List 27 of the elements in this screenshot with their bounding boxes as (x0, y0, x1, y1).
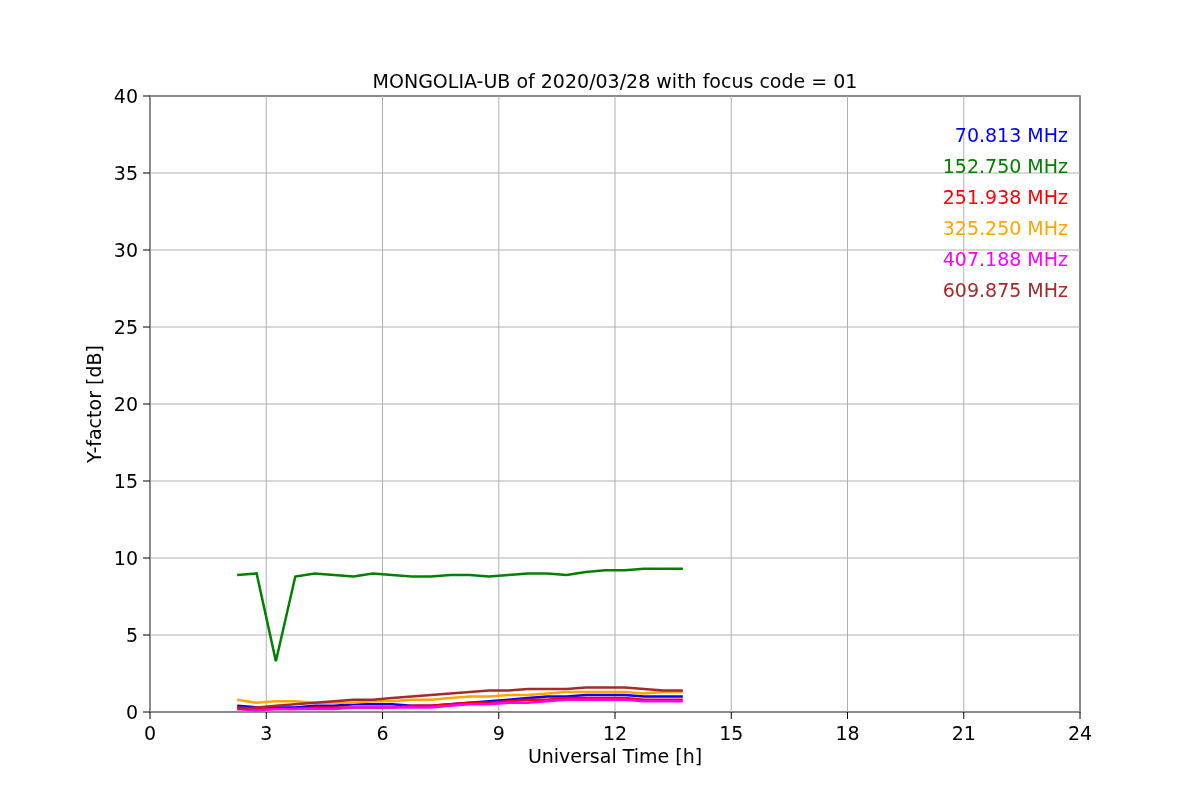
tick-label: 12 (602, 722, 628, 744)
tick-label: 40 (113, 85, 138, 107)
legend-entry: 251.938 MHz (942, 186, 1068, 208)
tick-label: 10 (113, 547, 138, 569)
legend-entry: 325.250 MHz (942, 217, 1068, 239)
x-axis-label: Universal Time [h] (527, 745, 703, 767)
tick-label: 9 (492, 722, 505, 744)
tick-label: 21 (951, 722, 976, 744)
tick-label: 24 (1067, 722, 1093, 744)
tick-label: 5 (125, 624, 138, 646)
tick-label: 35 (113, 162, 138, 184)
y-axis-label: Y-factor [dB] (83, 345, 105, 463)
tick-label: 15 (719, 722, 744, 744)
tick-label: 25 (113, 316, 138, 338)
tick-label: 3 (260, 722, 273, 744)
legend-entry: 609.875 MHz (942, 279, 1068, 301)
tick-label: 18 (835, 722, 860, 744)
tick-label: 30 (113, 239, 138, 261)
legend-entry: 152.750 MHz (942, 155, 1068, 177)
tick-label: 15 (113, 470, 138, 492)
chart-title: MONGOLIA-UB of 2020/03/28 with focus code = 01 (372, 70, 858, 92)
tick-label: 6 (376, 722, 389, 744)
tick-label: 0 (143, 722, 157, 744)
tick-label: 20 (113, 393, 138, 415)
legend-entry: 407.188 MHz (942, 248, 1068, 270)
tick-label: 0 (125, 701, 138, 723)
legend-entry: 70.813 MHz (954, 124, 1068, 146)
